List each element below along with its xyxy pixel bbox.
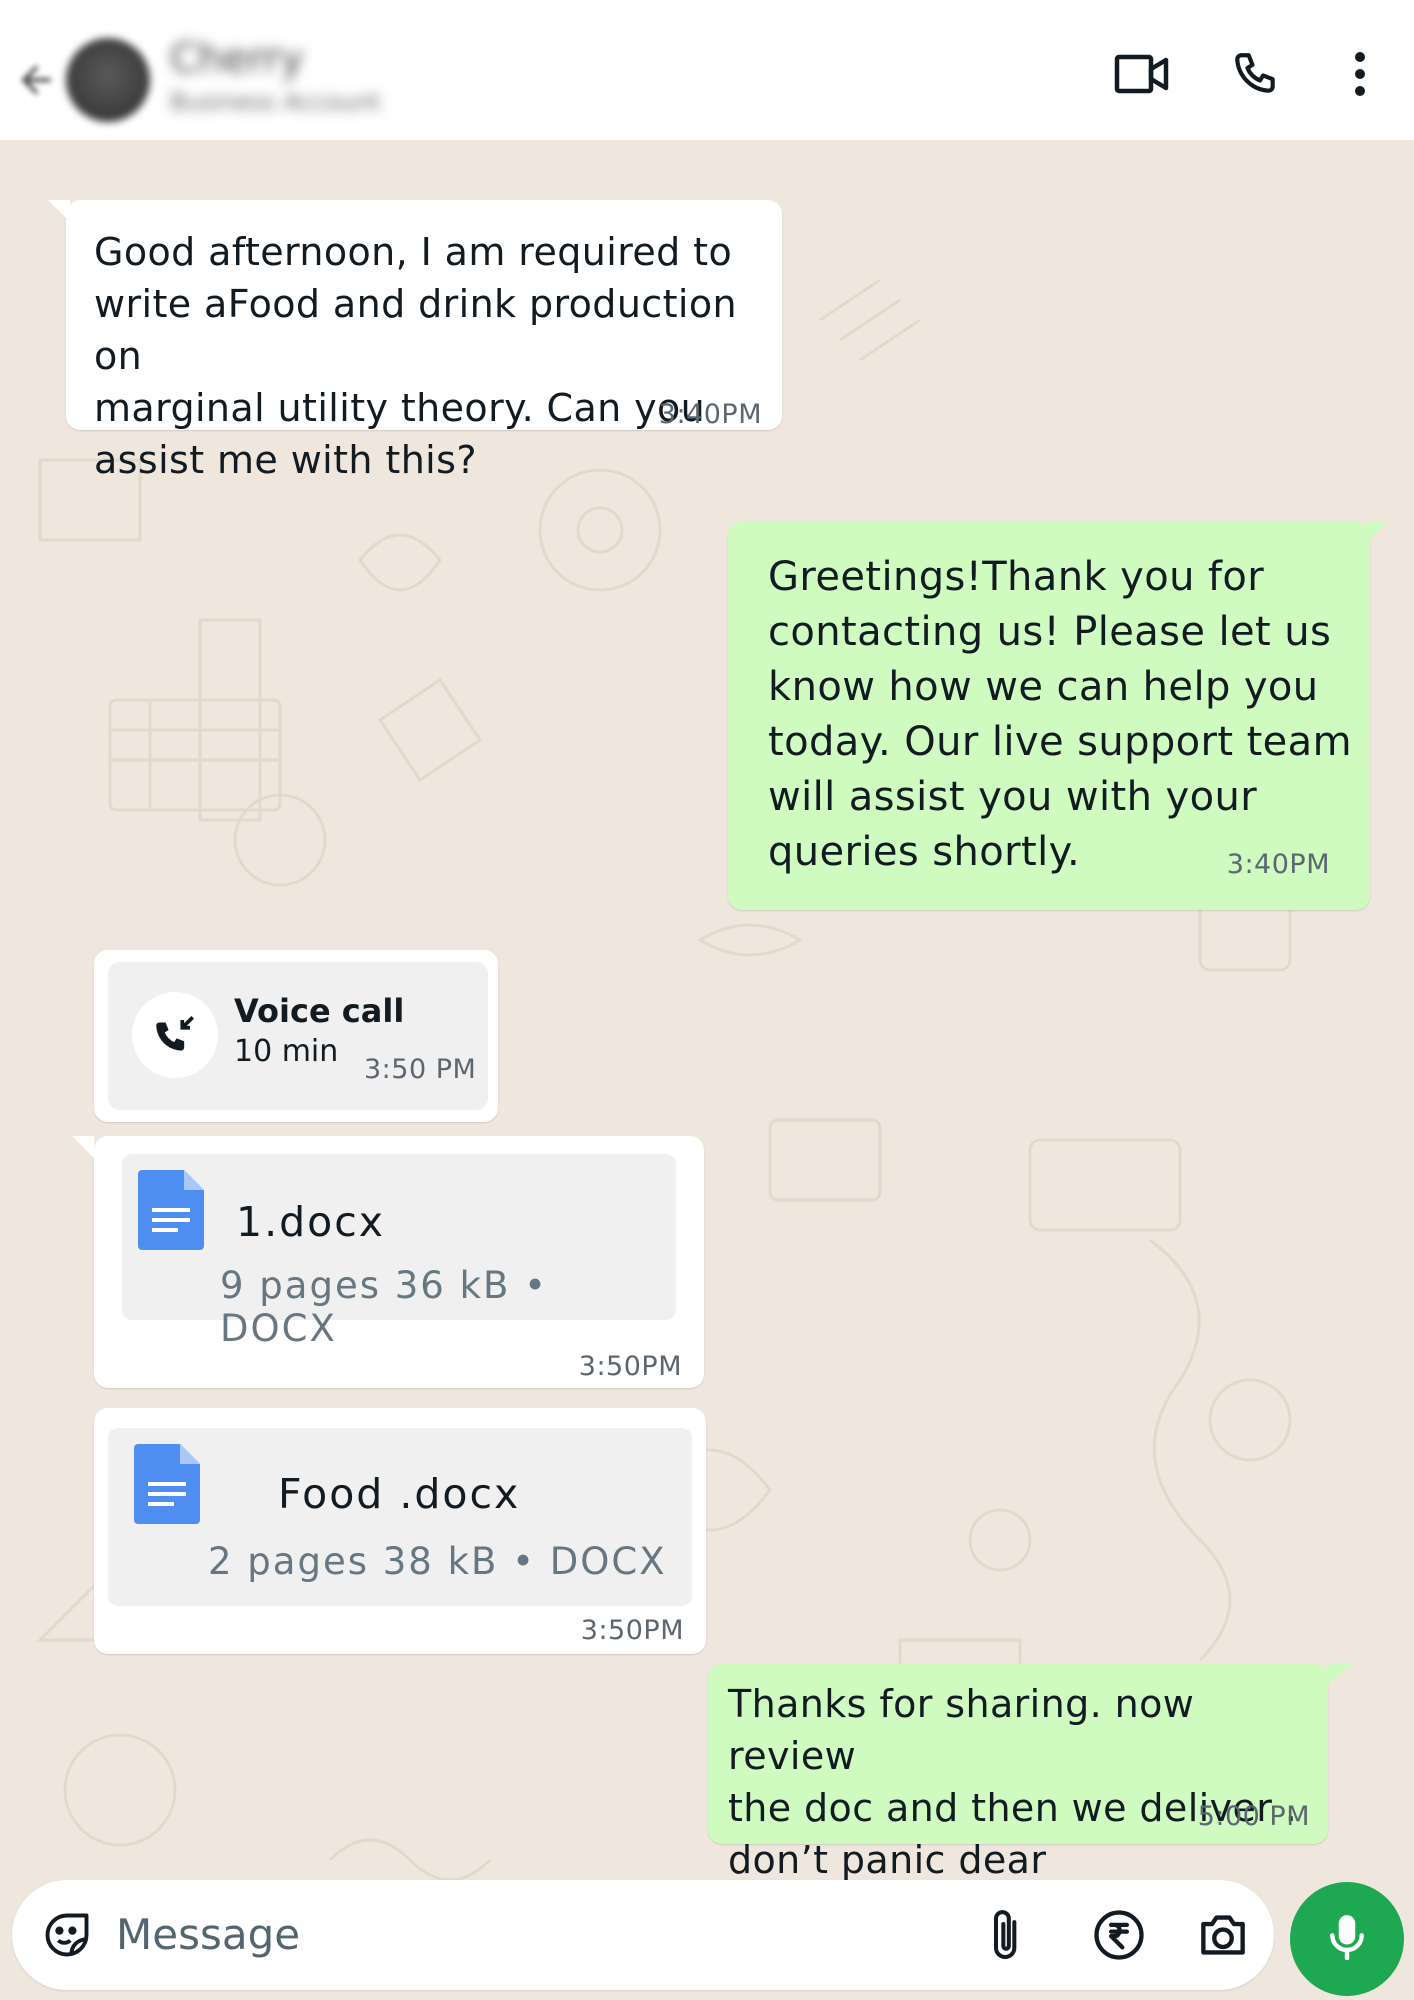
document-meta: 9 pages 36 kB • DOCX	[220, 1264, 548, 1350]
message-input[interactable]: Message	[116, 1910, 300, 1959]
voice-call-card[interactable]: Voice call 10 min 3:50 PM	[94, 950, 498, 1122]
message-composer: Message	[12, 1880, 1274, 1990]
contact-name[interactable]: Cherry	[170, 36, 304, 82]
message-outgoing[interactable]: Thanks for sharing. now review the doc a…	[708, 1664, 1352, 1882]
video-call-icon[interactable]	[1112, 44, 1172, 104]
document-icon	[138, 1170, 204, 1250]
message-text: Good afternoon, I am required to write a…	[94, 230, 737, 482]
message-time: 3:50PM	[578, 1351, 682, 1382]
emoji-sticker-icon[interactable]	[38, 1906, 96, 1964]
more-options-icon[interactable]	[1330, 44, 1390, 104]
document-message[interactable]: 1.docx 9 pages 36 kB • DOCX 3:50PM	[72, 1136, 704, 1388]
chat-header: Cherry Business Account	[0, 0, 1414, 140]
call-duration: 10 min	[234, 1034, 339, 1069]
document-name: 1.docx	[236, 1198, 386, 1246]
message-time: 3:40PM	[1226, 849, 1330, 880]
document-message[interactable]: Food .docx 2 pages 38 kB • DOCX 3:50PM	[94, 1408, 706, 1654]
phone-icon[interactable]	[1226, 44, 1286, 104]
message-incoming[interactable]: Good afternoon, I am required to write a…	[48, 200, 782, 482]
voice-record-button[interactable]	[1290, 1882, 1404, 1996]
message-text: Greetings!Thank you for contacting us! P…	[768, 554, 1352, 875]
voice-call-inner: Voice call 10 min 3:50 PM	[108, 962, 488, 1110]
call-title: Voice call	[234, 992, 405, 1030]
message-outgoing[interactable]: Greetings!Thank you for contacting us! P…	[728, 522, 1388, 910]
contact-subtitle: Business Account	[170, 88, 381, 116]
document-name: Food .docx	[278, 1470, 521, 1518]
incoming-call-icon	[132, 992, 218, 1078]
message-text: Thanks for sharing. now review the doc a…	[728, 1682, 1298, 1882]
message-time: 3:40PM	[658, 399, 762, 430]
attach-icon[interactable]	[978, 1906, 1036, 1964]
message-time: 3:50 PM	[364, 1054, 477, 1085]
mic-icon	[1330, 1915, 1364, 1961]
document-card[interactable]: Food .docx 2 pages 38 kB • DOCX	[108, 1428, 692, 1606]
document-icon	[134, 1444, 200, 1524]
document-meta: 2 pages 38 kB • DOCX	[208, 1540, 667, 1583]
message-time: 3:50PM	[580, 1615, 684, 1646]
rupee-payment-icon[interactable]	[1090, 1906, 1148, 1964]
document-card[interactable]: 1.docx 9 pages 36 kB • DOCX	[122, 1154, 676, 1350]
back-arrow-icon[interactable]	[14, 58, 58, 102]
camera-icon[interactable]	[1194, 1906, 1252, 1964]
message-time: 5:00 PM	[1197, 1801, 1310, 1832]
avatar[interactable]	[66, 38, 150, 122]
